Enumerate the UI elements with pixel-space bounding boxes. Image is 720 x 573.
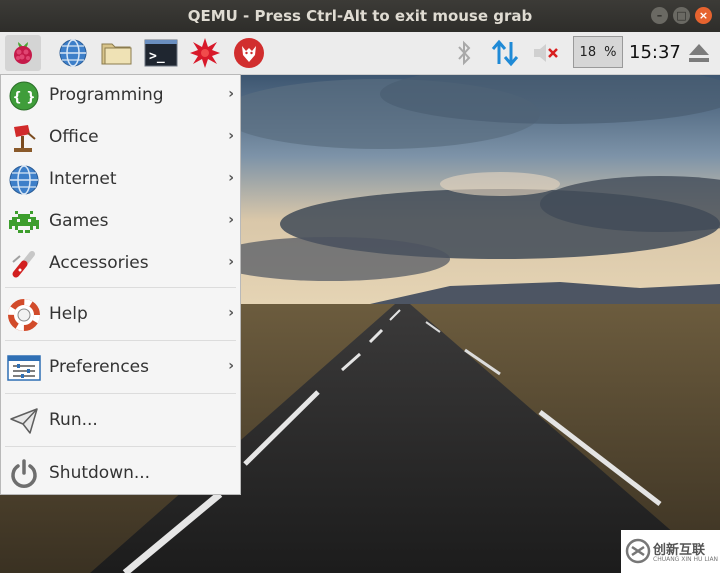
window-titlebar: QEMU - Press Ctrl-Alt to exit mouse grab…: [0, 0, 720, 32]
wolfram-icon[interactable]: [231, 35, 267, 71]
terminal-icon[interactable]: >_: [143, 35, 179, 71]
menu-item-label: Games: [49, 211, 109, 231]
internet-icon: [6, 163, 42, 197]
menu-separator: [5, 340, 236, 341]
minimize-button[interactable]: –: [651, 7, 668, 24]
maximize-button[interactable]: □: [673, 7, 690, 24]
file-manager-icon[interactable]: [99, 35, 135, 71]
menu-item-shutdown[interactable]: Shutdown...: [1, 454, 240, 494]
menu-separator: [5, 287, 236, 288]
menu-item-label: Internet: [49, 169, 117, 189]
menu-item-label: Help: [49, 304, 88, 324]
terminal-prompt: >_: [149, 49, 165, 64]
cpu-percent-unit: %: [604, 44, 617, 60]
programming-glyph: { }: [12, 90, 35, 105]
menu-item-programming[interactable]: { } Programming ›: [1, 76, 240, 116]
watermark-logo-icon: [625, 538, 651, 564]
help-icon: [6, 298, 42, 332]
taskbar: >_ 18 % 15:37: [0, 32, 720, 75]
application-menu: { } Programming › Office › Internet › Ga…: [0, 74, 241, 495]
programming-icon: { }: [6, 79, 42, 113]
eject-icon[interactable]: [686, 40, 712, 66]
watermark-subtext: CHUANG XIN HU LIAN: [653, 556, 719, 563]
menu-item-preferences[interactable]: Preferences ›: [1, 348, 240, 388]
menu-item-help[interactable]: Help ›: [1, 295, 240, 335]
submenu-arrow-icon: ›: [228, 128, 234, 144]
submenu-arrow-icon: ›: [228, 212, 234, 228]
office-icon: [6, 121, 42, 155]
mathematica-icon[interactable]: [187, 35, 223, 71]
cpu-monitor[interactable]: 18 %: [573, 36, 623, 68]
bluetooth-icon[interactable]: [446, 35, 482, 71]
menu-item-label: Run...: [49, 410, 98, 430]
preferences-icon: [6, 351, 42, 385]
volume-muted-icon[interactable]: [529, 35, 565, 71]
watermark: 创新互联 CHUANG XIN HU LIAN: [621, 530, 720, 573]
menu-item-office[interactable]: Office ›: [1, 118, 240, 158]
submenu-arrow-icon: ›: [228, 305, 234, 321]
menu-item-games[interactable]: Games ›: [1, 202, 240, 242]
cpu-percent: 18: [579, 44, 597, 60]
shutdown-icon: [6, 457, 42, 491]
menu-item-label: Shutdown...: [49, 463, 151, 483]
raspberry-menu-icon[interactable]: [5, 35, 41, 71]
accessories-icon: [6, 247, 42, 281]
close-button[interactable]: ×: [695, 7, 712, 24]
menu-item-label: Accessories: [49, 253, 149, 273]
submenu-arrow-icon: ›: [228, 358, 234, 374]
menu-item-label: Programming: [49, 85, 164, 105]
menu-item-accessories[interactable]: Accessories ›: [1, 244, 240, 284]
clock[interactable]: 15:37: [629, 42, 681, 63]
web-browser-icon[interactable]: [55, 35, 91, 71]
menu-separator: [5, 446, 236, 447]
menu-separator: [5, 393, 236, 394]
games-icon: [6, 205, 42, 239]
menu-item-label: Preferences: [49, 357, 149, 377]
menu-item-internet[interactable]: Internet ›: [1, 160, 240, 200]
submenu-arrow-icon: ›: [228, 170, 234, 186]
network-icon[interactable]: [487, 35, 523, 71]
run-icon: [6, 404, 42, 438]
menu-item-label: Office: [49, 127, 99, 147]
submenu-arrow-icon: ›: [228, 86, 234, 102]
submenu-arrow-icon: ›: [228, 254, 234, 270]
window-title: QEMU - Press Ctrl-Alt to exit mouse grab: [187, 7, 533, 25]
menu-item-run[interactable]: Run...: [1, 401, 240, 441]
